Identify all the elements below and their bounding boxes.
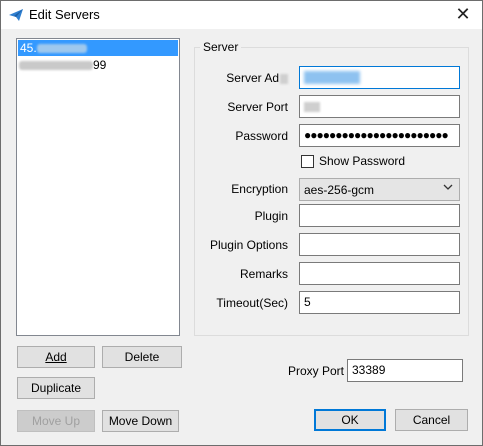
- password-field[interactable]: ●●●●●●●●●●●●●●●●●●●●●●●: [299, 124, 460, 147]
- chevron-down-icon: [443, 183, 453, 194]
- remarks-label: Remarks: [239, 267, 288, 281]
- plugin-label: Plugin: [254, 209, 288, 223]
- cancel-button-label: Cancel: [412, 413, 451, 427]
- server-address-label: Server Ad: [226, 71, 288, 85]
- ok-button[interactable]: OK: [314, 409, 386, 431]
- proxy-port-field[interactable]: 33389: [347, 359, 463, 382]
- server-address-field[interactable]: [299, 66, 460, 89]
- server-list-item-label: 45.: [20, 41, 37, 55]
- cancel-button[interactable]: Cancel: [395, 409, 468, 431]
- move-up-button-label: Move Up: [31, 414, 81, 428]
- ok-button-label: OK: [341, 413, 359, 427]
- server-port-field[interactable]: [299, 95, 460, 118]
- server-list[interactable]: 45. 99: [16, 38, 180, 336]
- add-button[interactable]: Add: [17, 346, 95, 368]
- encryption-value: aes-256-gcm: [304, 183, 375, 197]
- timeout-field[interactable]: 5: [299, 291, 460, 314]
- timeout-label: Timeout(Sec): [216, 296, 288, 310]
- show-password-label: Show Password: [319, 154, 406, 168]
- title-bar: Edit Servers ✕: [1, 1, 482, 29]
- server-port-label: Server Port: [227, 100, 288, 114]
- remarks-field[interactable]: [299, 262, 460, 285]
- redacted-text: [19, 61, 93, 71]
- proxy-port-value: 33389: [352, 363, 386, 377]
- move-down-button-label: Move Down: [108, 414, 173, 428]
- server-list-item[interactable]: 99: [17, 57, 179, 73]
- window-title: Edit Servers: [29, 7, 100, 22]
- proxy-port-label: Proxy Port: [288, 364, 345, 378]
- encryption-select[interactable]: aes-256-gcm: [299, 178, 460, 201]
- paper-plane-icon: [9, 9, 23, 21]
- plugin-options-label: Plugin Options: [209, 238, 288, 252]
- server-list-item[interactable]: 45.: [18, 40, 178, 56]
- close-icon: ✕: [455, 4, 471, 24]
- delete-button-label: Delete: [124, 350, 160, 364]
- duplicate-button-label: Duplicate: [30, 381, 82, 395]
- plugin-options-field[interactable]: [299, 233, 460, 256]
- edit-servers-window: Edit Servers ✕ 45. 99 Add Delete Duplica…: [0, 0, 483, 446]
- duplicate-button[interactable]: Duplicate: [17, 377, 95, 399]
- move-down-button[interactable]: Move Down: [102, 410, 179, 432]
- redacted-text: [36, 44, 87, 54]
- password-value: ●●●●●●●●●●●●●●●●●●●●●●●: [304, 128, 449, 142]
- plugin-field[interactable]: [299, 204, 460, 227]
- move-up-button[interactable]: Move Up: [17, 410, 95, 432]
- close-button[interactable]: ✕: [450, 3, 476, 25]
- timeout-value: 5: [304, 295, 311, 309]
- server-group-title: Server: [200, 40, 242, 54]
- show-password-checkbox[interactable]: [301, 155, 314, 168]
- encryption-label: Encryption: [231, 182, 288, 196]
- redacted-text: [304, 101, 320, 112]
- delete-button[interactable]: Delete: [102, 346, 182, 368]
- redacted-text: [304, 71, 360, 85]
- add-button-label: Add: [45, 350, 67, 364]
- server-list-item-label: 99: [93, 58, 107, 72]
- password-label: Password: [235, 129, 288, 143]
